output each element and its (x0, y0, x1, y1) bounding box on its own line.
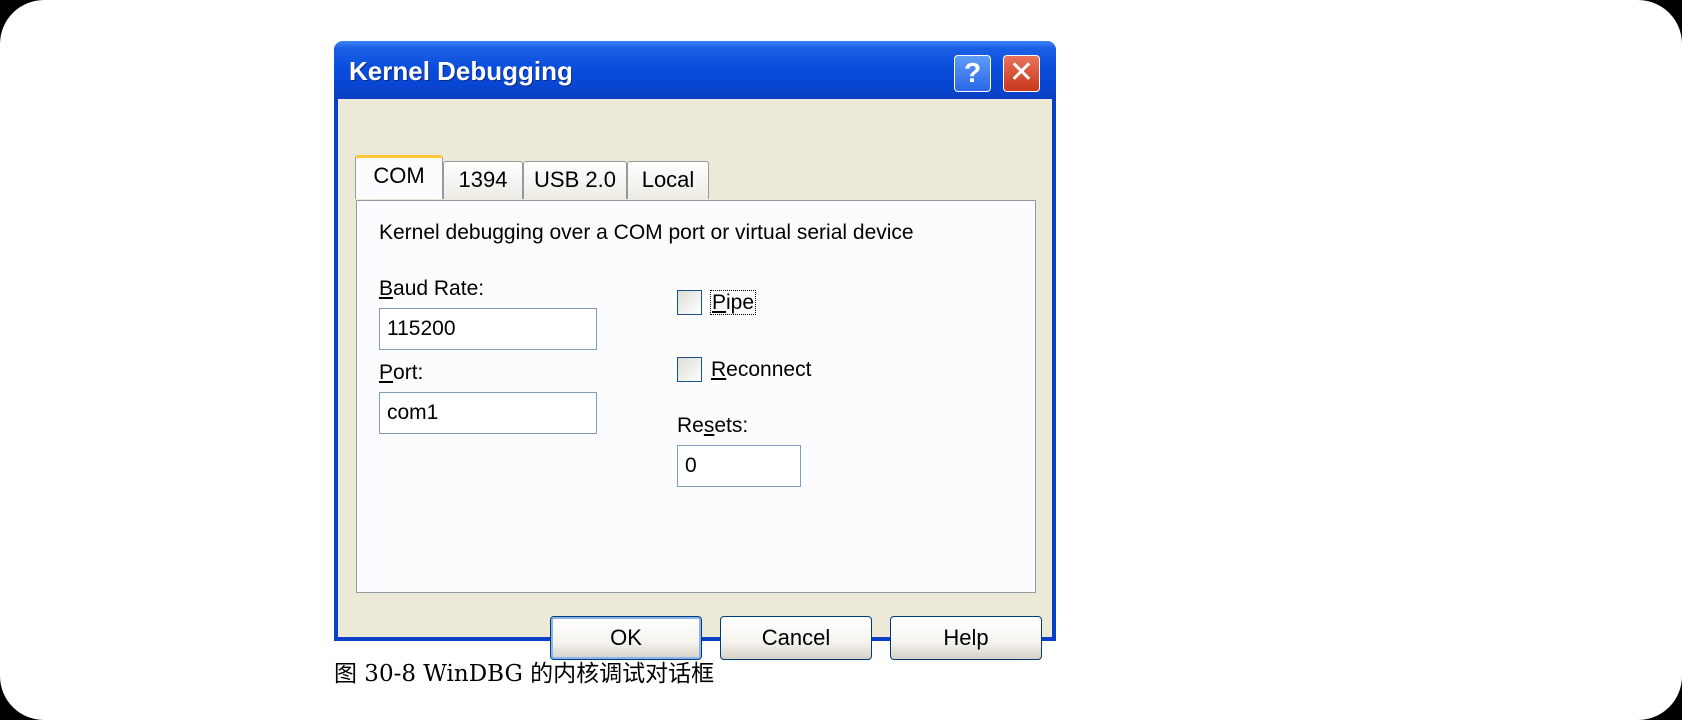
reconnect-label[interactable]: Reconnect (711, 355, 811, 385)
port-input[interactable]: com1 (379, 392, 597, 434)
close-icon[interactable]: ✕ (1003, 55, 1040, 92)
port-label: Port: (379, 361, 424, 384)
page-background: Kernel Debugging ? ✕ COM 1394 USB 2.0 Lo… (0, 0, 1682, 720)
reconnect-checkbox-row[interactable]: Reconnect (677, 355, 857, 385)
pipe-checkbox[interactable] (677, 290, 702, 315)
kernel-debugging-dialog: Kernel Debugging ? ✕ COM 1394 USB 2.0 Lo… (334, 41, 1056, 660)
figure-caption: 图 30-8 WinDBG 的内核调试对话框 (334, 661, 715, 687)
help-button[interactable]: Help (890, 616, 1042, 660)
baud-rate-input[interactable]: 115200 (379, 308, 597, 350)
resets-label: Resets: (677, 414, 749, 437)
resets-input[interactable]: 0 (677, 445, 801, 487)
pipe-checkbox-row[interactable]: Pipe (677, 288, 797, 318)
cancel-button[interactable]: Cancel (720, 616, 872, 660)
tab-local[interactable]: Local (627, 161, 709, 199)
com-tab-panel: Kernel debugging over a COM port or virt… (356, 200, 1036, 593)
tab-usb[interactable]: USB 2.0 (523, 161, 627, 199)
pipe-label[interactable]: Pipe (709, 288, 757, 318)
tab-description: Kernel debugging over a COM port or virt… (379, 221, 914, 244)
tab-1394[interactable]: 1394 (443, 161, 523, 199)
baud-rate-label: Baud Rate: (379, 277, 485, 300)
help-question-icon[interactable]: ? (954, 55, 991, 92)
dialog-title: Kernel Debugging (349, 56, 573, 86)
dialog-client-area: COM 1394 USB 2.0 Local Kernel debugging … (338, 99, 1052, 660)
title-bar[interactable]: Kernel Debugging ? ✕ (334, 41, 1056, 99)
tab-com[interactable]: COM (355, 155, 443, 199)
reconnect-checkbox[interactable] (677, 357, 702, 382)
